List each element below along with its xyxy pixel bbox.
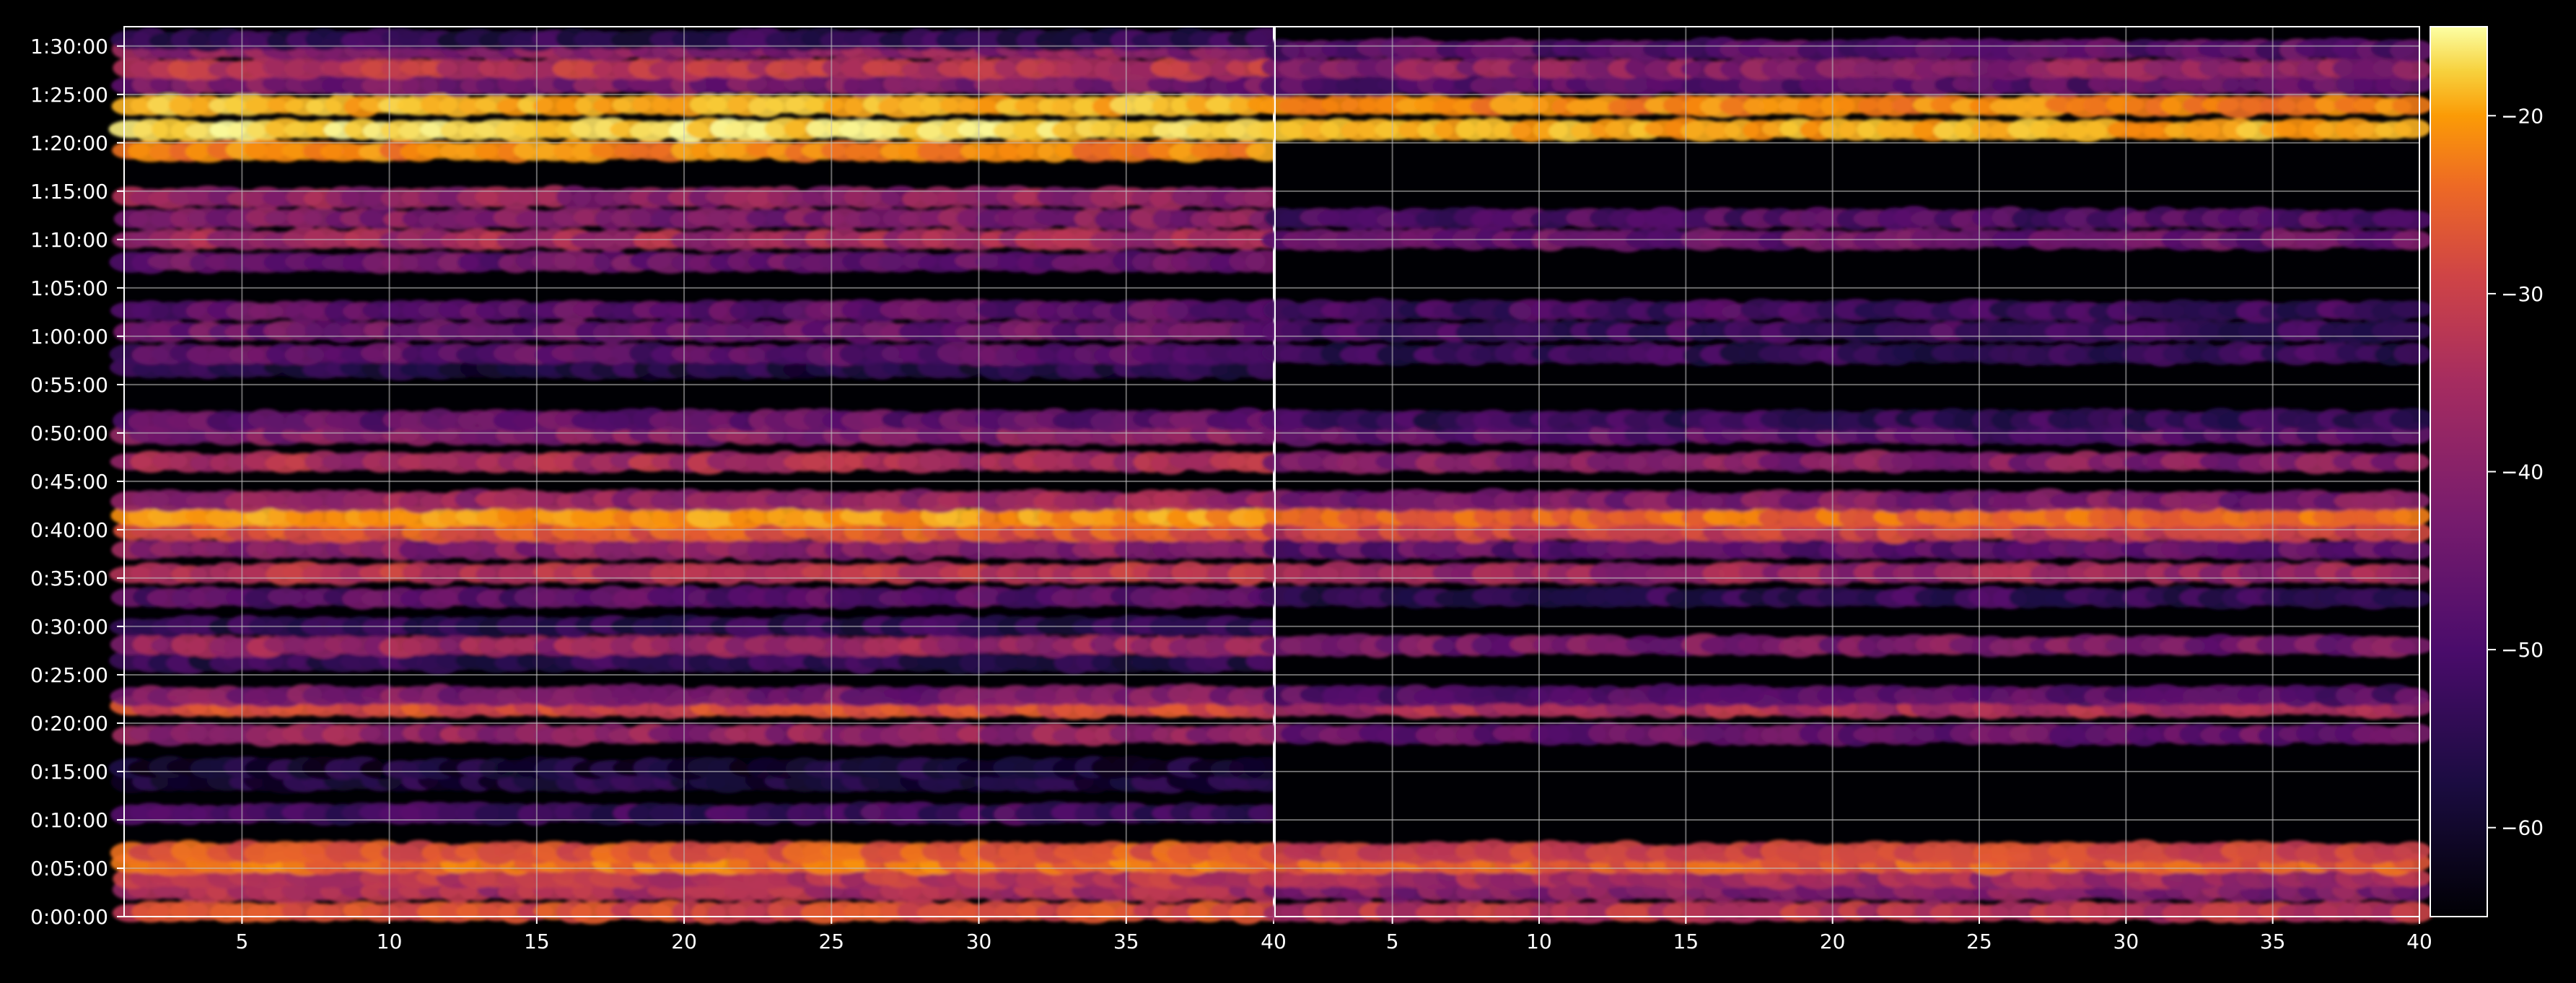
colorbar-tick-label: −40 [2501,460,2544,484]
band-cell [2392,58,2432,80]
y-tick-label: 0:20:00 [30,712,108,735]
x-tick-label: 25 [818,930,844,953]
band-cell [2394,687,2430,706]
band-cell [2392,590,2432,608]
colorbar: −20 −30 −40 −50 −60 [2430,26,2544,917]
x-tick-label: 10 [377,930,403,953]
x-tick-label: 15 [1673,930,1699,953]
y-tick-label: 1:25:00 [30,83,108,107]
y-tick-label: 1:30:00 [30,35,108,58]
y-tick-label: 0:10:00 [30,808,108,832]
y-tick-label: 0:25:00 [30,663,108,687]
y-tick-label: 0:55:00 [30,373,108,397]
x-tick-label: 25 [1966,930,1992,953]
band-cell [2393,841,2432,860]
left-panel: 0:00:00 0:05:00 0:10:00 0:15:00 0:20:00 0:25:… [30,26,1289,953]
y-tick-label: 1:20:00 [30,131,108,155]
x-tick-label: 35 [2260,930,2286,953]
y-tick-label: 0:00:00 [30,905,108,929]
x-tick-label: 20 [671,930,697,953]
colorbar-tick-label: −50 [2501,638,2544,662]
x-tick-label: 5 [1386,930,1399,953]
colorbar-gradient [2430,26,2488,917]
spectrogram-chart: 0:00:00 0:05:00 0:10:00 0:15:00 0:20:00 0:25:… [30,26,2544,953]
x-tick-label: 40 [2406,930,2432,953]
band-cell [2391,300,2434,318]
y-tick-label: 1:00:00 [30,325,108,349]
band-cell [2393,343,2431,365]
band-cell [2389,408,2435,431]
band-cell [2392,321,2432,341]
band-cell [2390,564,2435,585]
y-tick-label: 1:10:00 [30,228,108,252]
y-tick-label: 0:35:00 [30,567,108,590]
band-cell [2390,210,2435,230]
y-axis-ticks: 0:00:00 0:05:00 0:10:00 0:15:00 0:20:00 0:25:… [30,35,124,929]
y-tick-label: 0:50:00 [30,421,108,445]
band-cell [2390,39,2435,62]
y-tick-label: 0:05:00 [30,857,108,881]
x-tick-label: 5 [235,930,248,953]
band-cell [2394,453,2430,472]
band-cell [2391,95,2433,115]
x-tick-label: 30 [2113,930,2139,953]
colorbar-tick-label: −20 [2501,104,2544,128]
x-tick-label: 10 [1526,930,1552,953]
y-tick-label: 0:45:00 [30,470,108,494]
band-cell [2393,118,2431,139]
band-cell [2394,491,2430,510]
colorbar-ticks: −20 −30 −40 −50 −60 [2487,104,2544,840]
band-cell [2391,540,2434,561]
y-tick-label: 1:15:00 [30,180,108,204]
right-panel: 5 10 15 20 25 30 35 40 [1259,26,2435,953]
band-cell [2391,901,2434,924]
y-tick-label: 1:05:00 [30,276,108,300]
x-tick-label: 15 [524,930,550,953]
colorbar-tick-label: −60 [2501,816,2544,840]
x-tick-label: 20 [1820,930,1846,953]
band-cell [2390,637,2435,655]
band-cell [2390,722,2435,744]
y-tick-label: 0:30:00 [30,615,108,639]
x-tick-label: 30 [966,930,992,953]
y-tick-label: 0:40:00 [30,518,108,542]
y-tick-label: 0:15:00 [30,760,108,784]
colorbar-tick-label: −30 [2501,282,2544,306]
x-tick-label: 35 [1113,930,1139,953]
x-tick-label: 40 [1261,930,1287,953]
